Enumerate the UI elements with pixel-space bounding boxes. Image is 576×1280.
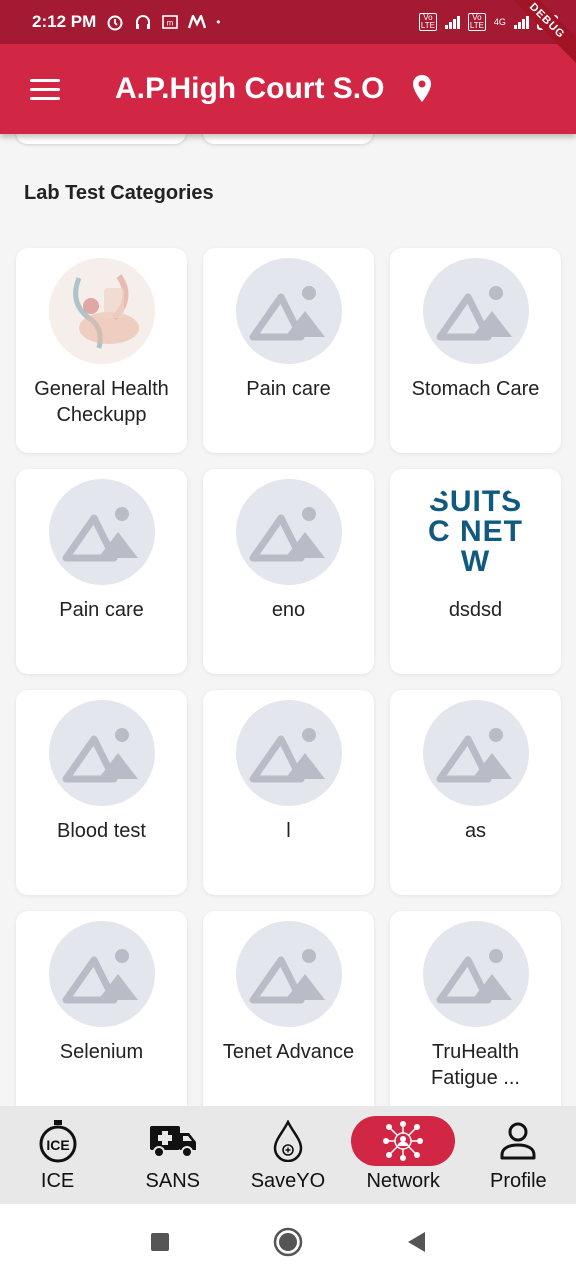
previous-card [16, 134, 186, 144]
category-card[interactable]: Stomach Care [390, 248, 561, 453]
status-bar: 2:12 PM m • Vo LTE Vo LTE 4G 33 [0, 0, 576, 44]
image-placeholder-icon [422, 921, 529, 1027]
bottom-nav: ICE ICE SANS SaveYO Network Profile [0, 1106, 576, 1204]
app-title: A.P.High Court S.O [115, 72, 385, 105]
network-type-label: 4G [493, 17, 506, 27]
image-placeholder-icon [235, 479, 342, 585]
category-card[interactable]: as [390, 690, 561, 895]
image-placeholder-icon [48, 921, 155, 1027]
category-label: Blood test [57, 820, 146, 842]
notification-icons: m • [106, 13, 220, 31]
category-card[interactable]: General Health Checkupp [16, 248, 187, 453]
logo-lettering: SUITS C NETW [428, 487, 523, 577]
circle-icon [273, 1227, 303, 1257]
category-card[interactable]: Pain care [203, 248, 374, 453]
nav-item-saveyo[interactable]: SaveYO [233, 1116, 343, 1193]
category-label: l [286, 820, 291, 842]
nav-item-ice[interactable]: ICE ICE [3, 1116, 113, 1193]
system-nav-bar [0, 1204, 576, 1280]
alarm-icon [107, 15, 123, 31]
nav-item-profile[interactable]: Profile [463, 1116, 573, 1193]
category-card[interactable]: Tenet Advance [203, 911, 374, 1106]
svg-text:m: m [167, 19, 174, 28]
back-button[interactable] [396, 1222, 436, 1262]
recents-button[interactable] [140, 1222, 180, 1262]
network-icon [351, 1116, 456, 1166]
location-pin-icon[interactable] [410, 74, 434, 104]
nav-label: Network [366, 1170, 440, 1192]
profile-icon [466, 1116, 570, 1166]
health-checkup-image [48, 258, 155, 364]
message-app-icon: m [162, 15, 179, 29]
category-label: dsdsd [448, 599, 503, 621]
main-content[interactable]: Lab Test Categories General Health Check… [0, 134, 576, 1106]
image-placeholder-icon [235, 921, 342, 1027]
nav-item-sans[interactable]: SANS [118, 1116, 228, 1193]
nav-item-network[interactable]: Network [348, 1116, 458, 1193]
category-card[interactable]: l [203, 690, 374, 895]
square-icon [151, 1233, 169, 1251]
category-label: General Health Checkupp [34, 378, 169, 426]
m-app-icon [188, 15, 207, 29]
nav-label: ICE [40, 1170, 75, 1192]
signal-2-icon [513, 15, 529, 29]
category-label: Tenet Advance [222, 1041, 355, 1063]
volte-1-label: Vo LTE [418, 13, 437, 31]
back-triangle-icon [408, 1232, 425, 1252]
volte-2-label: Vo LTE [467, 13, 486, 31]
previous-card [203, 134, 373, 144]
blood-drop-icon [236, 1116, 340, 1166]
section-title: Lab Test Categories [24, 182, 214, 204]
dot-icon: • [216, 15, 221, 29]
category-photo [48, 258, 155, 364]
category-card[interactable]: SUITS C NETW dsdsd [390, 469, 561, 674]
category-label: as [464, 820, 487, 842]
image-placeholder-icon [422, 700, 529, 806]
category-card[interactable]: Blood test [16, 690, 187, 895]
app-bar: A.P.High Court S.O [0, 44, 576, 134]
category-grid: General Health Checkupp Pain care Stomac… [16, 248, 561, 1106]
headphones-icon [136, 15, 151, 29]
category-card[interactable]: eno [203, 469, 374, 674]
category-label: Selenium [59, 1041, 144, 1063]
category-label: eno [271, 599, 306, 621]
nav-label: SANS [145, 1170, 201, 1192]
category-logo-image: SUITS C NETW [422, 479, 529, 585]
ice-icon: ICE [6, 1116, 110, 1166]
signal-1-icon [444, 15, 460, 29]
image-placeholder-icon [48, 700, 155, 806]
ambulance-icon [121, 1116, 225, 1166]
nav-label: SaveYO [250, 1170, 326, 1192]
image-placeholder-icon [422, 258, 529, 364]
image-placeholder-icon [235, 700, 342, 806]
image-placeholder-icon [48, 479, 155, 585]
category-label: Pain care [246, 378, 331, 400]
menu-icon[interactable] [15, 59, 75, 119]
category-label: Stomach Care [411, 378, 540, 400]
category-card[interactable]: Selenium [16, 911, 187, 1106]
category-card[interactable]: TruHealth Fatigue ... [390, 911, 561, 1106]
home-button[interactable] [268, 1222, 308, 1262]
image-placeholder-icon [235, 258, 342, 364]
ice-icon-text: ICE [46, 1137, 69, 1153]
status-time: 2:12 PM [32, 12, 97, 31]
category-card[interactable]: Pain care [16, 469, 187, 674]
category-label: Pain care [59, 599, 144, 621]
nav-label: Profile [489, 1170, 547, 1192]
category-label: TruHealth Fatigue ... [431, 1041, 520, 1089]
